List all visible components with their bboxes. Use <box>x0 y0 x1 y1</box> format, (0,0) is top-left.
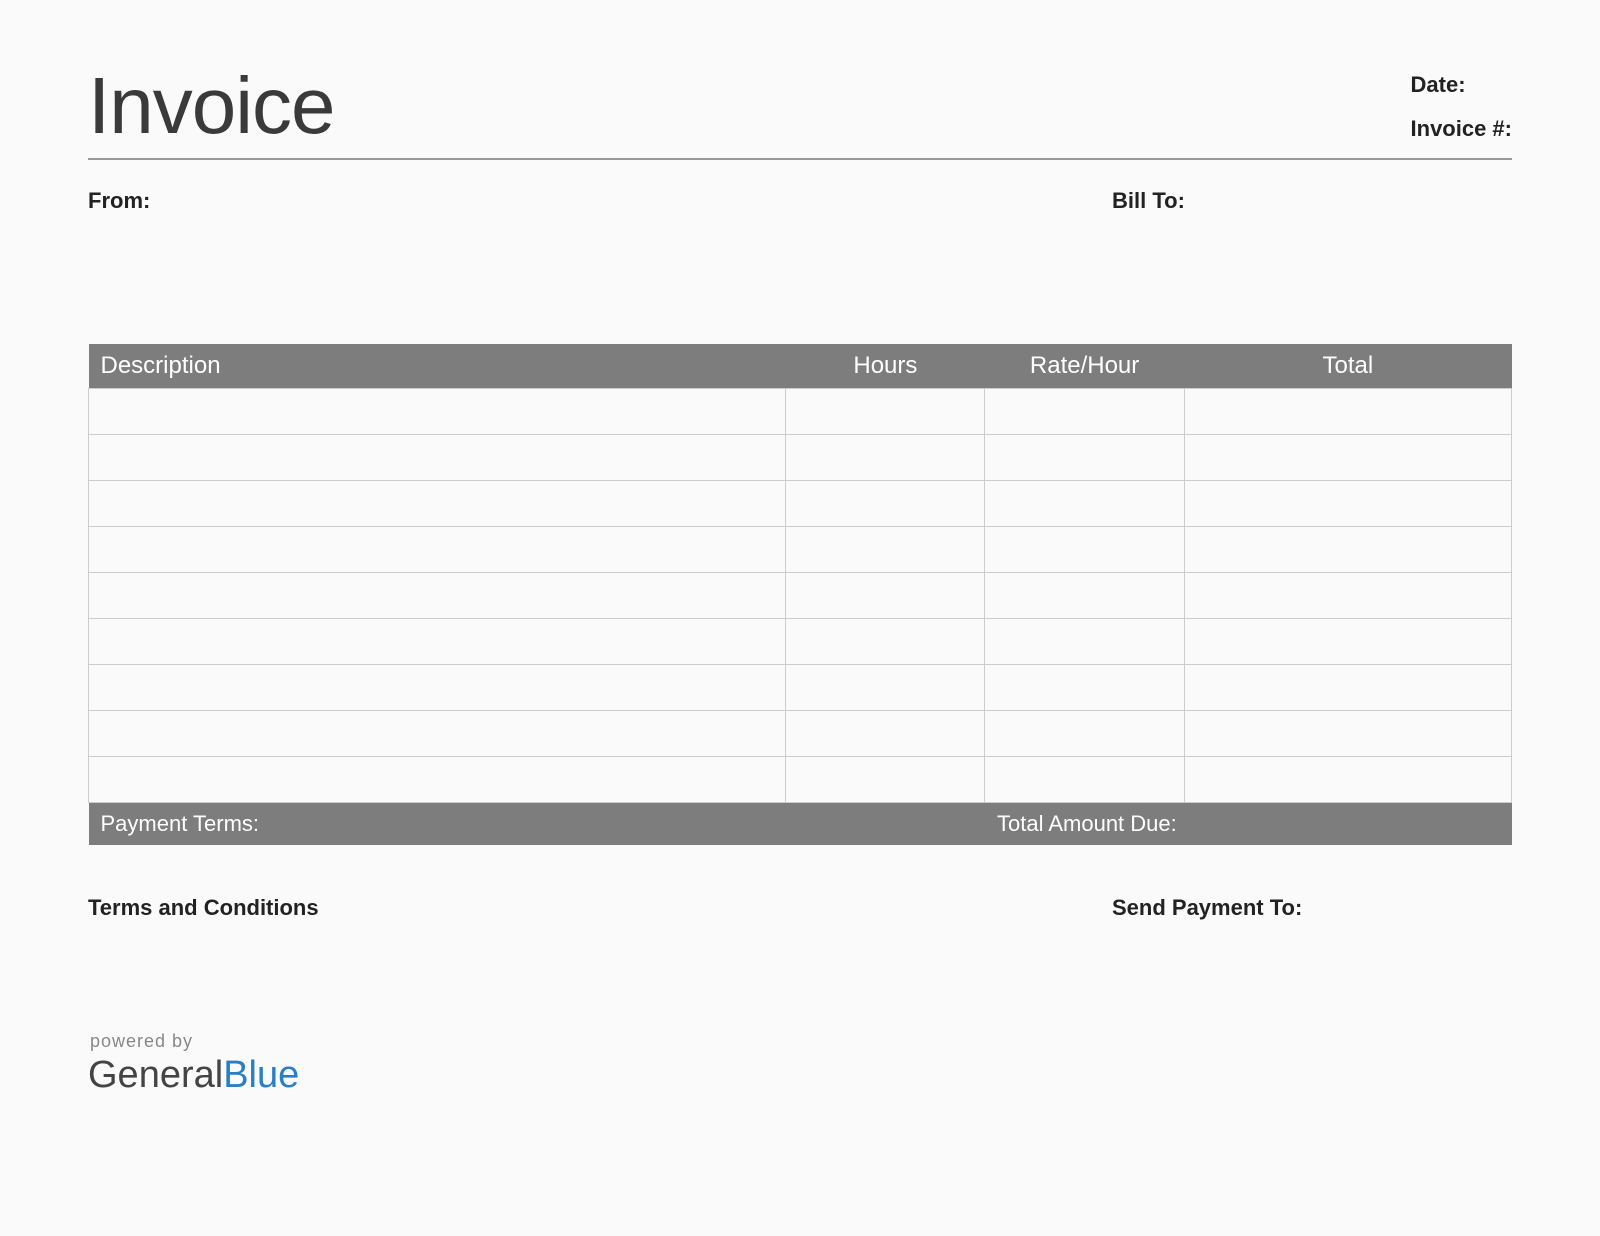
cell-rate[interactable] <box>985 665 1184 711</box>
table-row <box>89 665 1512 711</box>
cell-rate[interactable] <box>985 757 1184 803</box>
cell-total[interactable] <box>1184 435 1511 481</box>
table-footer-row: Payment Terms: Total Amount Due: <box>89 803 1512 846</box>
cell-hours[interactable] <box>786 435 985 481</box>
table-row <box>89 619 1512 665</box>
cell-description[interactable] <box>89 435 786 481</box>
cell-hours[interactable] <box>786 573 985 619</box>
cell-description[interactable] <box>89 619 786 665</box>
cell-rate[interactable] <box>985 435 1184 481</box>
cell-hours[interactable] <box>786 481 985 527</box>
header-row: Invoice Date: Invoice #: <box>88 60 1512 160</box>
cell-total[interactable] <box>1184 527 1511 573</box>
cell-hours[interactable] <box>786 527 985 573</box>
bill-to-label: Bill To: <box>1112 188 1185 213</box>
bottom-row: Terms and Conditions Send Payment To: <box>88 895 1512 921</box>
from-section: From: <box>88 188 1112 214</box>
cell-rate[interactable] <box>985 481 1184 527</box>
brand-general: General <box>88 1054 223 1096</box>
header-total: Total <box>1184 344 1511 389</box>
invoice-meta: Date: Invoice #: <box>1411 72 1512 142</box>
send-payment-section: Send Payment To: <box>1112 895 1512 921</box>
cell-description[interactable] <box>89 527 786 573</box>
cell-total[interactable] <box>1184 481 1511 527</box>
cell-total[interactable] <box>1184 573 1511 619</box>
date-label: Date: <box>1411 72 1512 98</box>
payment-terms-label: Payment Terms: <box>89 803 985 846</box>
cell-description[interactable] <box>89 757 786 803</box>
cell-description[interactable] <box>89 573 786 619</box>
cell-total[interactable] <box>1184 619 1511 665</box>
header-rate: Rate/Hour <box>985 344 1184 389</box>
cell-description[interactable] <box>89 711 786 757</box>
invoice-number-label: Invoice #: <box>1411 116 1512 142</box>
brand-logo: GeneralBlue <box>88 1054 1512 1097</box>
footer-brand: powered by GeneralBlue <box>88 1031 1512 1097</box>
send-payment-label: Send Payment To: <box>1112 895 1302 920</box>
from-label: From: <box>88 188 150 213</box>
table-row <box>89 711 1512 757</box>
cell-total[interactable] <box>1184 711 1511 757</box>
terms-section: Terms and Conditions <box>88 895 1112 921</box>
cell-description[interactable] <box>89 665 786 711</box>
cell-hours[interactable] <box>786 665 985 711</box>
table-row <box>89 481 1512 527</box>
cell-total[interactable] <box>1184 665 1511 711</box>
cell-rate[interactable] <box>985 711 1184 757</box>
cell-rate[interactable] <box>985 573 1184 619</box>
cell-hours[interactable] <box>786 711 985 757</box>
cell-hours[interactable] <box>786 757 985 803</box>
cell-rate[interactable] <box>985 619 1184 665</box>
table-row <box>89 435 1512 481</box>
table-row <box>89 757 1512 803</box>
bill-to-section: Bill To: <box>1112 188 1512 214</box>
table-header-row: Description Hours Rate/Hour Total <box>89 344 1512 389</box>
cell-hours[interactable] <box>786 619 985 665</box>
cell-description[interactable] <box>89 389 786 435</box>
cell-total[interactable] <box>1184 757 1511 803</box>
address-row: From: Bill To: <box>88 188 1512 214</box>
terms-label: Terms and Conditions <box>88 895 319 920</box>
invoice-table: Description Hours Rate/Hour Total Paymen… <box>88 344 1512 845</box>
table-body <box>89 389 1512 803</box>
header-description: Description <box>89 344 786 389</box>
cell-description[interactable] <box>89 481 786 527</box>
powered-by-text: powered by <box>90 1031 1512 1052</box>
header-hours: Hours <box>786 344 985 389</box>
cell-hours[interactable] <box>786 389 985 435</box>
cell-rate[interactable] <box>985 527 1184 573</box>
cell-total[interactable] <box>1184 389 1511 435</box>
page-title: Invoice <box>88 60 334 152</box>
table-row <box>89 573 1512 619</box>
table-row <box>89 527 1512 573</box>
brand-blue: Blue <box>223 1054 299 1096</box>
table-row <box>89 389 1512 435</box>
total-amount-due-label: Total Amount Due: <box>985 803 1512 846</box>
cell-rate[interactable] <box>985 389 1184 435</box>
